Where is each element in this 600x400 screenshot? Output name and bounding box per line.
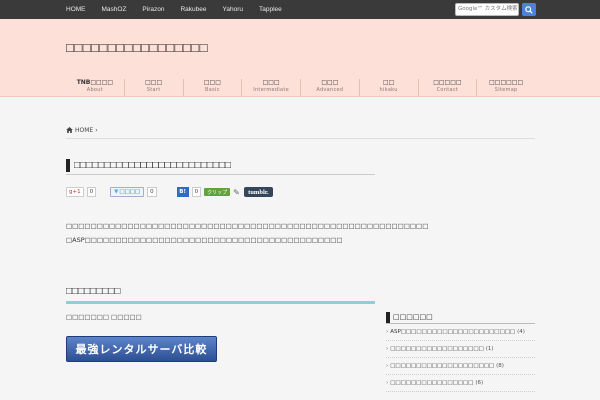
top-nav-tapplee[interactable]: Tapplee bbox=[259, 6, 282, 13]
top-nav-pirazon[interactable]: Pirazon bbox=[142, 6, 164, 13]
category-label: □□□□□□□□□□□□□□□□□□ bbox=[390, 346, 484, 352]
bookmark-icon bbox=[386, 311, 390, 323]
top-nav-rakubee[interactable]: Rakubee bbox=[180, 6, 206, 13]
gnav-main-label: TNB□□□□ bbox=[76, 79, 114, 86]
clip-button[interactable]: クリップ bbox=[204, 188, 231, 196]
gnav-item-about[interactable]: TNB□□□□ About bbox=[66, 79, 124, 96]
bookmark-icon bbox=[66, 159, 70, 172]
section-subtext: □□□□□□□ □□□□□ bbox=[66, 313, 142, 321]
gnav-sub-label: About bbox=[86, 87, 104, 93]
chevron-right-icon: › bbox=[386, 363, 389, 369]
gnav-sub-label: Intermediate bbox=[253, 87, 290, 93]
breadcrumb: HOME › bbox=[66, 127, 535, 139]
sidebar-title-text: □□□□□□ bbox=[393, 313, 433, 321]
main-content: HOME › □□□□□□□□□□□□□□□□□□□□□□□□□□ g+1 0 … bbox=[0, 97, 600, 399]
category-item[interactable]: › □□□□□□□□□□□□□□□□□□ (1) bbox=[386, 341, 535, 358]
gnav-item-advanced[interactable]: □□□ Advanced bbox=[300, 79, 359, 96]
category-label: □□□□□□□□□□□□□□□□ bbox=[390, 380, 474, 386]
evernote-icon[interactable]: ✎ bbox=[233, 188, 241, 197]
gnav-sub-label: hikaku bbox=[379, 87, 398, 93]
gnav-item-sitemap[interactable]: □□□□□□ Sitemap bbox=[476, 79, 535, 96]
hatena-bookmark-button[interactable]: B! bbox=[176, 187, 189, 197]
post-body-line: □□□□□□□□□□□□□□□□□□□□□□□□□□□□□□□□□□□□□□□□… bbox=[66, 222, 429, 230]
category-item[interactable]: › □□□□□□□□□□□□□□□□□□□□ (8) bbox=[386, 358, 535, 375]
gnav-sub-label: Start bbox=[146, 87, 161, 93]
tweet-count: 0 bbox=[147, 187, 157, 197]
gnav-item-hikaku[interactable]: □□ hikaku bbox=[358, 79, 418, 96]
category-label: ASP□□□□□□□□□□□□□□□□□□□□□□ bbox=[390, 329, 516, 335]
breadcrumb-separator: › bbox=[95, 127, 98, 134]
category-count: (4) bbox=[517, 329, 525, 335]
google-plus-count: 0 bbox=[86, 187, 97, 197]
tweet-label: □□□□ bbox=[119, 189, 141, 195]
rental-server-banner[interactable]: 最強レンタルサーバ比較 bbox=[66, 336, 217, 362]
category-count: (1) bbox=[485, 346, 494, 352]
sidebar: □□□□□□ › ASP□□□□□□□□□□□□□□□□□□□□□□ (4) ›… bbox=[386, 311, 535, 392]
tumblr-button[interactable]: tumblr. bbox=[244, 187, 273, 197]
chevron-right-icon: › bbox=[386, 346, 389, 352]
chevron-right-icon: › bbox=[386, 380, 389, 386]
home-icon bbox=[66, 127, 73, 133]
gnav-item-contact[interactable]: □□□□□ Contact bbox=[417, 79, 477, 96]
gnav-item-start[interactable]: □□□ Start bbox=[123, 79, 183, 96]
hatena-count: 0 bbox=[191, 187, 202, 197]
social-buttons: g+1 0 ▼ □□□□ 0 B! 0 クリップ ✎ tumblr. bbox=[66, 187, 273, 197]
gnav-sub-label: Contact bbox=[436, 87, 459, 93]
post-body: □□□□□□□□□□□□□□□□□□□□□□□□□□□□□□□□□□□□□□□□… bbox=[66, 219, 429, 247]
gnav-sub-label: Advanced bbox=[316, 87, 344, 93]
top-nav: HOME MashOZ Pirazon Rakubee Yahoru Tappl… bbox=[66, 0, 298, 19]
top-nav-yahoru[interactable]: Yahoru bbox=[223, 6, 243, 13]
site-title[interactable]: □□□□□□□□□□□□□□□□□ bbox=[66, 40, 208, 55]
top-bar: HOME MashOZ Pirazon Rakubee Yahoru Tappl… bbox=[0, 0, 600, 19]
sidebar-title: □□□□□□ bbox=[386, 311, 535, 324]
global-nav: TNB□□□□ About □□□ Start □□□ Basic □□□ In… bbox=[66, 79, 535, 96]
post-body-line: □ASP□□□□□□□□□□□□□□□□□□□□□□□□□□□□□□□□□□□□… bbox=[66, 236, 343, 244]
twitter-icon: ▼ bbox=[114, 189, 119, 195]
gnav-item-basic[interactable]: □□□ Basic bbox=[182, 79, 242, 96]
section-underline bbox=[66, 301, 375, 304]
site-header: □□□□□□□□□□□□□□□□□ TNB□□□□ About □□□ Star… bbox=[0, 19, 600, 97]
post-title: □□□□□□□□□□□□□□□□□□□□□□□□□□ bbox=[66, 157, 375, 175]
gnav-main-label: □□□□□ bbox=[433, 79, 462, 86]
gnav-main-label: □□ bbox=[382, 79, 395, 86]
category-item[interactable]: › □□□□□□□□□□□□□□□□ (6) bbox=[386, 375, 535, 392]
section-heading: □□□□□□□□□ bbox=[66, 286, 375, 304]
category-count: (6) bbox=[475, 380, 484, 386]
google-plus-button[interactable]: g+1 bbox=[66, 187, 84, 197]
gnav-item-intermediate[interactable]: □□□ Intermediate bbox=[241, 79, 300, 96]
gnav-sub-label: Basic bbox=[205, 87, 220, 93]
gnav-main-label: □□□ bbox=[203, 79, 221, 86]
category-label: □□□□□□□□□□□□□□□□□□□□ bbox=[390, 363, 495, 369]
chevron-right-icon: › bbox=[386, 329, 389, 335]
search-button[interactable] bbox=[522, 3, 536, 16]
category-item[interactable]: › ASP□□□□□□□□□□□□□□□□□□□□□□ (4) bbox=[386, 324, 535, 341]
breadcrumb-home-link[interactable]: HOME bbox=[75, 127, 93, 134]
top-nav-home[interactable]: HOME bbox=[66, 6, 86, 13]
gnav-sub-label: Sitemap bbox=[494, 87, 518, 93]
search-input[interactable]: Google™ カスタム検索 bbox=[455, 3, 519, 16]
section-title: □□□□□□□□□ bbox=[66, 286, 121, 297]
gnav-main-label: □□□ bbox=[262, 79, 280, 86]
gnav-main-label: □□□ bbox=[145, 79, 163, 86]
tweet-button[interactable]: ▼ □□□□ bbox=[110, 187, 145, 197]
category-list: › ASP□□□□□□□□□□□□□□□□□□□□□□ (4) › □□□□□□… bbox=[386, 324, 535, 392]
search-icon bbox=[525, 5, 533, 14]
top-nav-mashoz[interactable]: MashOZ bbox=[102, 6, 127, 13]
gnav-main-label: □□□□□□ bbox=[489, 79, 524, 86]
search-form: Google™ カスタム検索 bbox=[455, 3, 536, 16]
post-title-text: □□□□□□□□□□□□□□□□□□□□□□□□□□ bbox=[74, 160, 232, 171]
category-count: (8) bbox=[496, 363, 504, 369]
gnav-main-label: □□□ bbox=[321, 79, 339, 86]
